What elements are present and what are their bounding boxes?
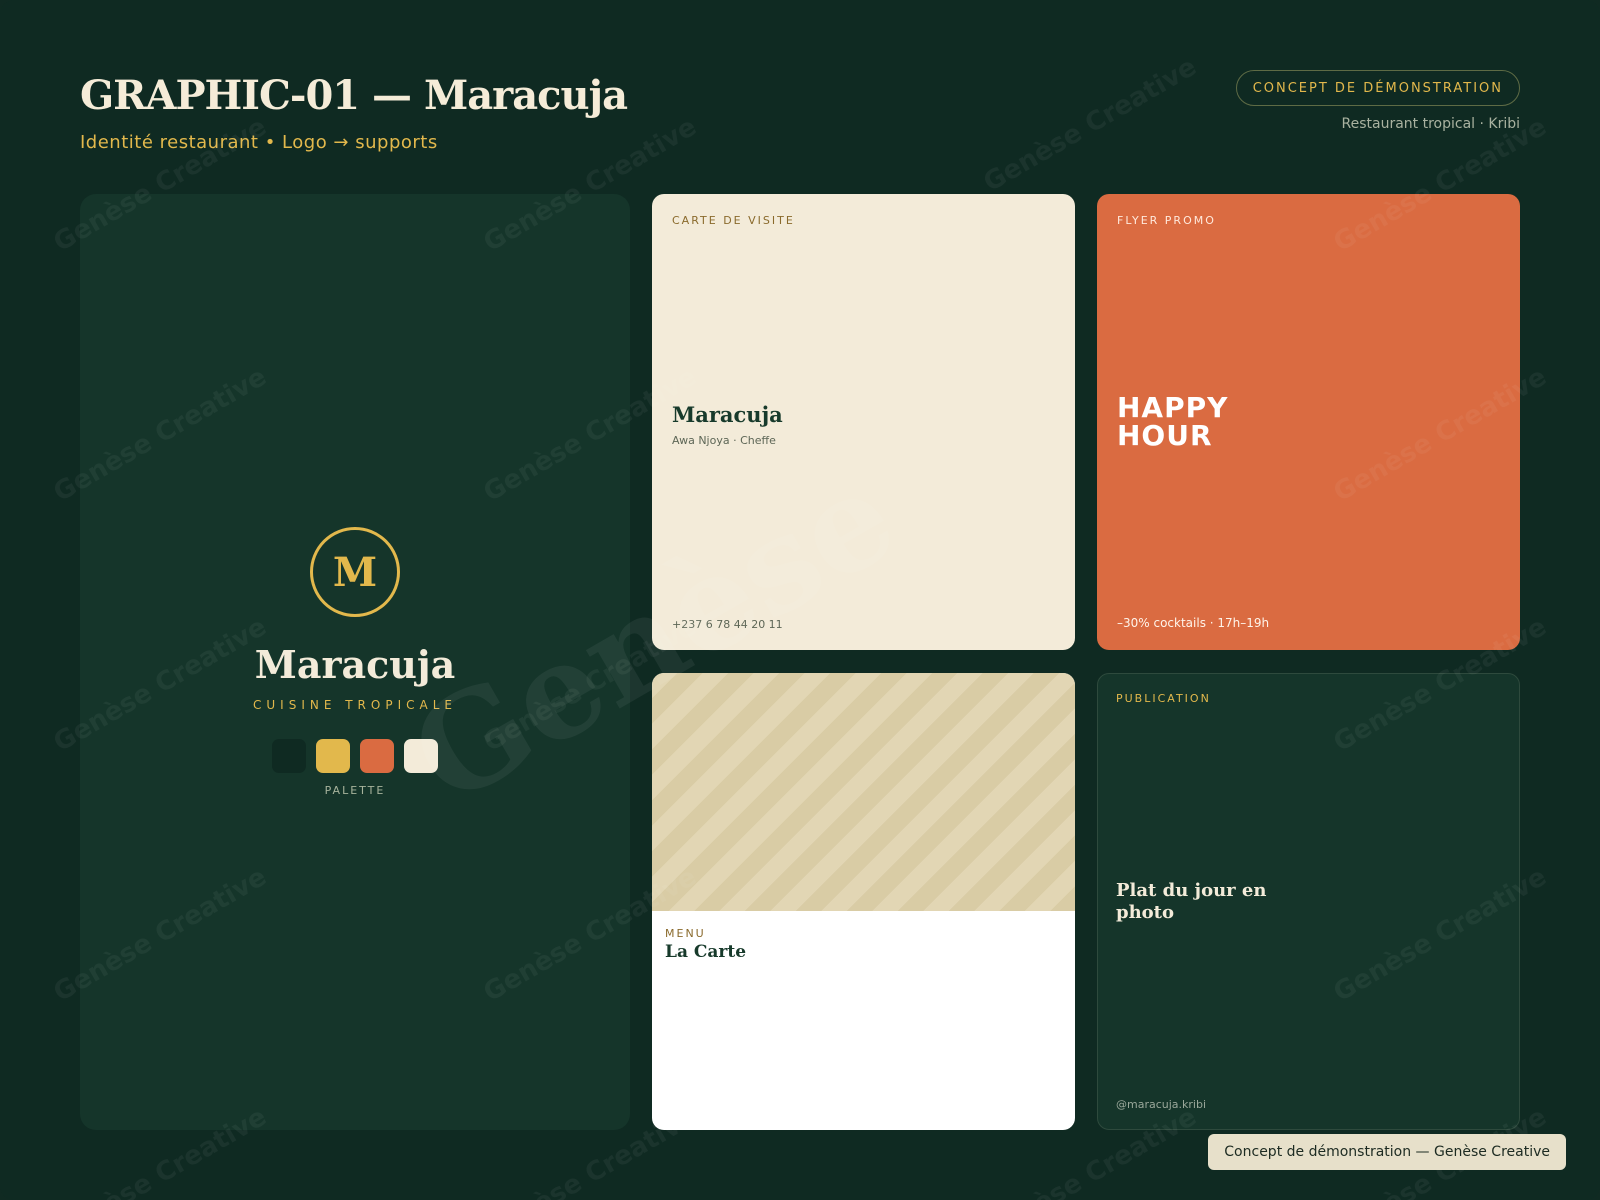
page-title: GRAPHIC-01 — Maracuja: [80, 72, 628, 119]
watermark-text: Genèse Creative: [978, 51, 1202, 199]
logo-panel: M Maracuja CUISINE TROPICALE PALETTE: [80, 194, 630, 1130]
business-card-mockup: CARTE DE VISITE Maracuja Awa Njoya · Che…: [652, 194, 1075, 650]
brand-name: Maracuja: [254, 642, 456, 687]
palette-swatch-1: [272, 739, 306, 773]
publication-title: Plat du jour en photo: [1116, 880, 1267, 923]
palette-swatch-4: [404, 739, 438, 773]
publication-mockup: PUBLICATION Plat du jour en photo @marac…: [1097, 673, 1520, 1130]
menu-photo-placeholder: [652, 673, 1075, 911]
flyer-footer: –30% cocktails · 17h–19h: [1117, 616, 1270, 630]
menu-title: La Carte: [665, 942, 747, 962]
palette-swatch-3: [360, 739, 394, 773]
palette-swatches: [272, 739, 438, 773]
location-text: Restaurant tropical · Kribi: [1341, 116, 1521, 132]
logo-monogram-icon: M: [310, 527, 400, 617]
business-card-name: Maracuja: [672, 402, 783, 427]
business-card-label: CARTE DE VISITE: [672, 214, 795, 227]
palette-label: PALETTE: [324, 784, 386, 797]
flyer-label: FLYER PROMO: [1117, 214, 1216, 227]
palette-swatch-2: [316, 739, 350, 773]
flyer-mockup: FLYER PROMO HAPPY HOUR –30% cocktails · …: [1097, 194, 1520, 650]
brand-tagline: CUISINE TROPICALE: [253, 698, 457, 712]
publication-label: PUBLICATION: [1116, 692, 1211, 705]
demo-badge: CONCEPT DE DÉMONSTRATION: [1235, 70, 1520, 106]
flyer-title: HAPPY HOUR: [1117, 391, 1229, 452]
business-card-person: Awa Njoya · Cheffe: [672, 434, 776, 447]
footer-demo-tag: Concept de démonstration — Genèse Creati…: [1208, 1134, 1566, 1170]
menu-mockup: MENU La Carte: [652, 673, 1075, 1130]
presentation-board: GRAPHIC-01 — Maracuja Identité restauran…: [0, 0, 1600, 1200]
business-card-phone: +237 6 78 44 20 11: [672, 618, 783, 631]
menu-label: MENU: [665, 927, 706, 940]
publication-handle: @maracuja.kribi: [1116, 1098, 1207, 1111]
page-subtitle: Identité restaurant • Logo → supports: [80, 132, 438, 153]
